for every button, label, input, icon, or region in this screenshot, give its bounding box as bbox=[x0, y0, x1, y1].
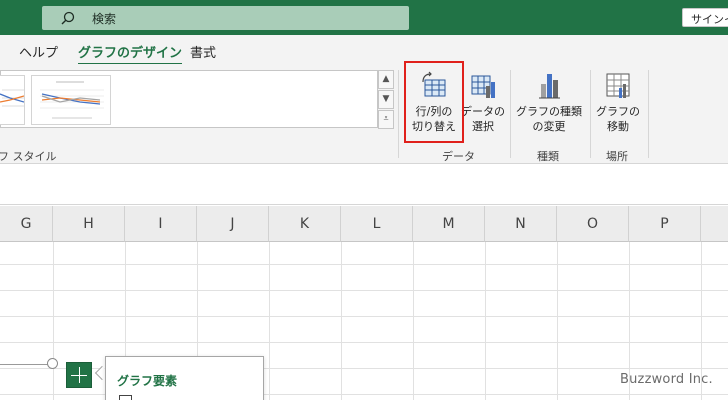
search-box[interactable]: 検索 bbox=[42, 6, 409, 30]
ribbon: ▲ ▼ ⩡ フ スタイル 行/列の 切り替え データの 選択 グラフの種類 の変… bbox=[0, 64, 728, 164]
row-gridline bbox=[0, 264, 728, 265]
ribbon-separator bbox=[398, 70, 399, 158]
chart-style-preview-icon bbox=[0, 89, 25, 107]
group-label-location: 場所 bbox=[606, 150, 628, 163]
chart-elements-title: グラフ要素 bbox=[117, 374, 178, 388]
group-label-type: 種類 bbox=[537, 150, 559, 163]
select-data-label-1: データの bbox=[461, 105, 505, 118]
column-header[interactable]: H bbox=[53, 206, 125, 242]
column-header[interactable]: J bbox=[197, 206, 269, 242]
chart-border[interactable] bbox=[0, 364, 50, 365]
formula-bar-area bbox=[0, 165, 728, 205]
chart-style-gallery bbox=[0, 70, 378, 128]
column-gridline bbox=[413, 242, 414, 400]
group-label-data: データ bbox=[442, 150, 475, 163]
tab-chart-design[interactable]: グラフのデザイン bbox=[78, 42, 183, 66]
gallery-scroll-down-button[interactable]: ▼ bbox=[378, 90, 394, 109]
move-chart-icon bbox=[606, 73, 630, 98]
column-gridline bbox=[557, 242, 558, 400]
column-header[interactable]: L bbox=[341, 206, 413, 242]
ribbon-tabs: ヘルプ グラフのデザイン 書式 bbox=[0, 35, 728, 66]
row-gridline bbox=[0, 290, 728, 291]
chart-style-preview-icon bbox=[40, 81, 104, 119]
chart-element-checkbox[interactable] bbox=[119, 395, 132, 400]
column-gridline bbox=[269, 242, 270, 400]
tab-help[interactable]: ヘルプ bbox=[19, 42, 58, 61]
search-icon bbox=[61, 11, 75, 25]
chart-elements-popup: グラフ要素 bbox=[105, 356, 264, 400]
chart-style-thumbnail[interactable] bbox=[0, 75, 25, 125]
gallery-more-button[interactable]: ⩡ bbox=[378, 110, 394, 129]
column-gridline bbox=[53, 242, 54, 400]
group-label-chart-styles: フ スタイル bbox=[0, 150, 57, 163]
column-header[interactable] bbox=[701, 206, 728, 242]
change-chart-type-button[interactable]: グラフの種類 の変更 bbox=[515, 64, 583, 134]
chart-resize-handle[interactable] bbox=[47, 358, 58, 369]
row-gridline bbox=[0, 342, 728, 343]
column-header[interactable]: M bbox=[413, 206, 485, 242]
column-gridline bbox=[341, 242, 342, 400]
chart-style-thumbnail[interactable] bbox=[31, 75, 111, 125]
change-chart-type-label-1: グラフの種類 bbox=[516, 105, 582, 118]
watermark: Buzzword Inc. bbox=[620, 372, 713, 387]
row-gridline bbox=[0, 316, 728, 317]
column-header[interactable]: P bbox=[629, 206, 701, 242]
change-chart-type-label-2: の変更 bbox=[532, 120, 566, 133]
gallery-scroll-up-button[interactable]: ▲ bbox=[378, 70, 394, 89]
move-chart-label-2: 移動 bbox=[607, 120, 629, 133]
tab-format[interactable]: 書式 bbox=[190, 42, 216, 61]
column-gridline bbox=[485, 242, 486, 400]
chart-elements-plus-icon[interactable] bbox=[66, 362, 92, 388]
change-chart-type-icon bbox=[539, 74, 560, 99]
highlight-box bbox=[404, 61, 464, 143]
move-chart-button[interactable]: グラフの 移動 bbox=[594, 64, 642, 134]
column-header[interactable]: O bbox=[557, 206, 629, 242]
signin-button[interactable]: サインイン bbox=[682, 8, 728, 27]
ribbon-separator bbox=[590, 70, 591, 158]
column-header[interactable]: I bbox=[125, 206, 197, 242]
search-text: 検索 bbox=[92, 12, 117, 26]
column-header[interactable]: N bbox=[485, 206, 557, 242]
ribbon-separator bbox=[648, 70, 649, 158]
column-header[interactable]: G bbox=[0, 206, 53, 242]
title-bar: 検索 サインイン bbox=[0, 0, 728, 35]
move-chart-label-1: グラフの bbox=[596, 105, 640, 118]
select-data-icon bbox=[471, 75, 495, 98]
ribbon-separator bbox=[510, 70, 511, 158]
select-data-button[interactable]: データの 選択 bbox=[461, 64, 505, 134]
select-data-label-2: 選択 bbox=[472, 120, 494, 133]
column-header[interactable]: K bbox=[269, 206, 341, 242]
